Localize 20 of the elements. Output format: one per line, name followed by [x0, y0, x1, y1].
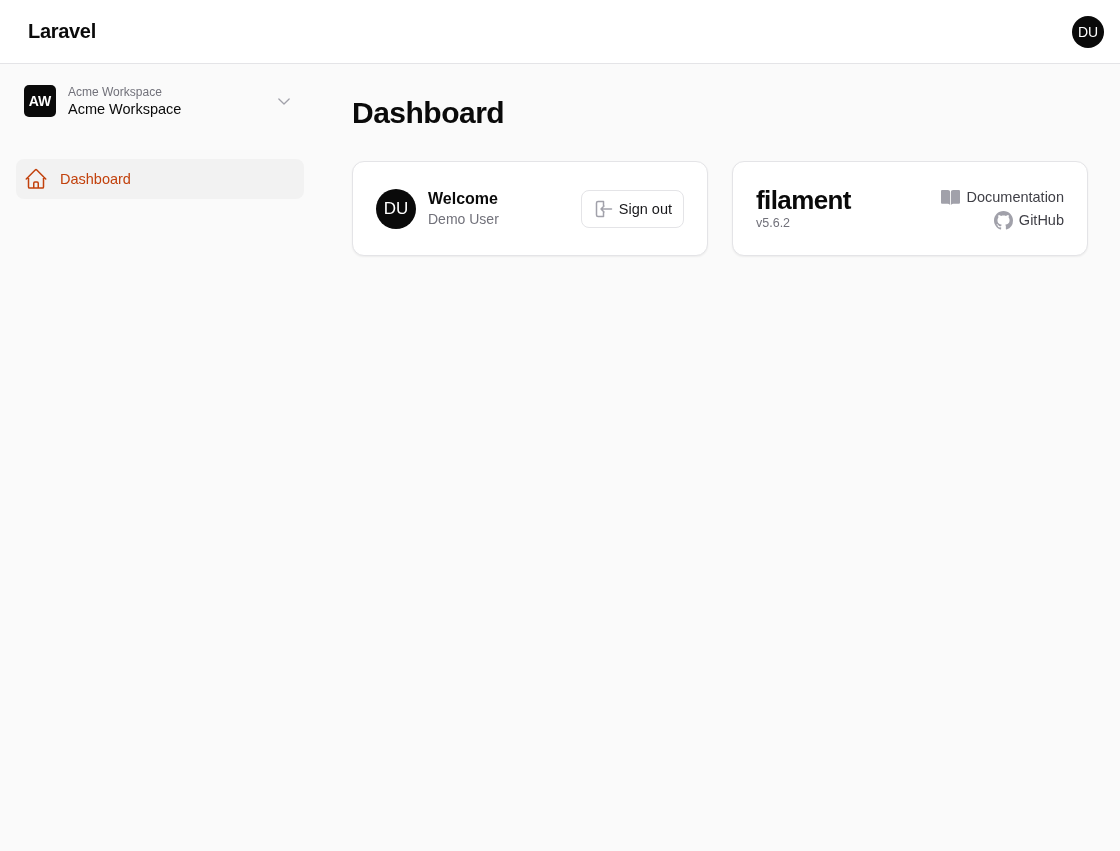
workspace-avatar: AW [24, 85, 56, 117]
sign-out-button[interactable]: Sign out [580, 189, 684, 228]
user-name: Demo User [428, 211, 500, 227]
documentation-link[interactable]: Documentation [941, 187, 1064, 207]
github-link[interactable]: GitHub [993, 210, 1064, 230]
logout-icon [594, 199, 613, 218]
version-text: v5.6.2 [756, 216, 791, 230]
logo-wordmark: filament [756, 187, 851, 213]
user-avatar: DU [376, 188, 416, 229]
brand-name: Laravel [28, 20, 96, 43]
page-title: Dashboard [352, 95, 506, 131]
chevron-down-icon [278, 97, 290, 105]
user-avatar[interactable]: DU [1072, 15, 1104, 48]
workspace-name: Acme Workspace [68, 101, 183, 117]
welcome-text: Welcome [428, 190, 499, 208]
book-icon [941, 187, 961, 207]
github-icon [993, 210, 1013, 230]
workspace-label: Acme Workspace [68, 85, 163, 99]
sidebar-nav-item[interactable]: Dashboard [16, 159, 304, 199]
home-icon [24, 167, 48, 191]
